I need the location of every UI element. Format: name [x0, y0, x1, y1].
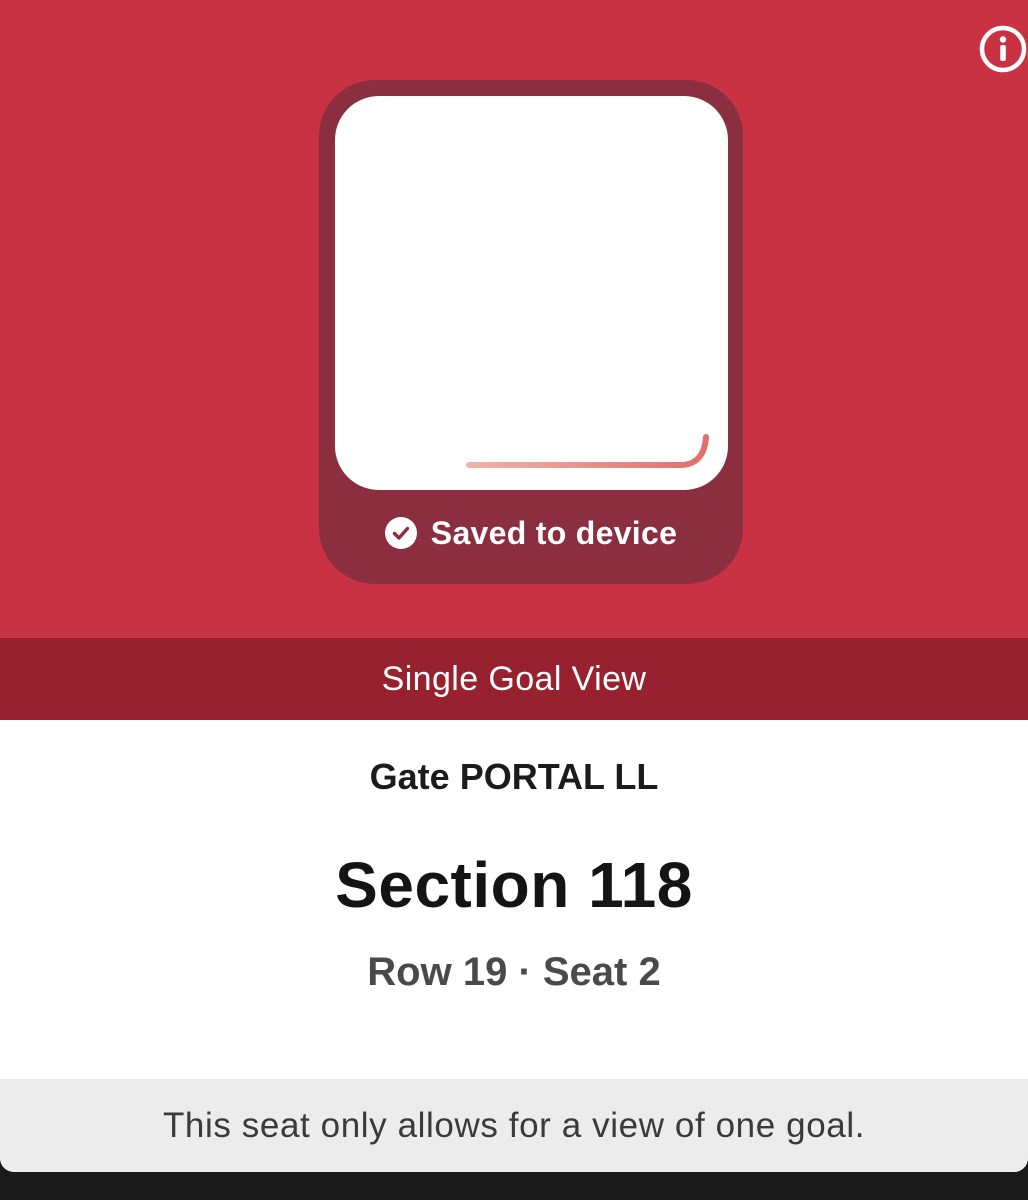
seat-note-text: This seat only allows for a view of one …: [162, 1105, 866, 1145]
bottom-background: [0, 1172, 1028, 1200]
barcode-timer-line: [466, 434, 709, 468]
barcode-area[interactable]: [335, 96, 728, 490]
view-type-banner: Single Goal View: [0, 638, 1028, 720]
gate-label: Gate PORTAL LL: [369, 756, 659, 797]
view-type-label: Single Goal View: [381, 659, 647, 698]
saved-status: Saved to device: [319, 510, 743, 556]
row-seat-label: Row 19 · Seat 2: [367, 950, 661, 994]
seat-note-banner: This seat only allows for a view of one …: [0, 1079, 1028, 1172]
info-circle-icon: [979, 25, 1027, 73]
saved-label: Saved to device: [430, 514, 678, 551]
section-label: Section 118: [335, 849, 693, 921]
info-button[interactable]: [978, 24, 1028, 74]
barcode-card: Saved to device: [319, 80, 743, 584]
check-circle-icon: [384, 517, 417, 549]
ticket-hero: Saved to device: [0, 0, 1028, 638]
ticket-card: Saved to device Single Goal View Gate PO…: [0, 0, 1028, 1172]
